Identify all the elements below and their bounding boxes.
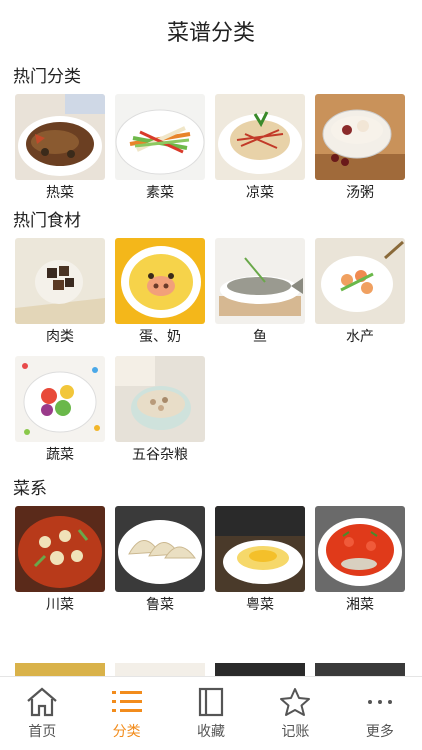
section-title-hot-categories: 热门分类	[13, 67, 81, 87]
fish-image	[215, 238, 305, 324]
ingredient-label: 肉类	[46, 329, 74, 345]
tab-label: 收藏	[197, 724, 226, 740]
ingredient-item-egg-milk[interactable]: 蛋、奶	[115, 238, 205, 350]
ingredient-label: 鱼	[253, 329, 267, 345]
ingredient-item-grains[interactable]: 五谷杂粮	[115, 356, 205, 468]
ingredient-item-vegetables[interactable]: 蔬菜	[15, 356, 105, 468]
cold-dishes-image	[215, 94, 305, 180]
hunan-image	[315, 506, 405, 592]
ingredient-label: 蛋、奶	[139, 329, 181, 345]
cuisine-label: 湘菜	[346, 597, 374, 613]
more-icon	[362, 686, 398, 718]
tab-label: 更多	[365, 724, 394, 740]
star-icon	[277, 686, 313, 718]
tab-home[interactable]: 首页	[0, 677, 84, 750]
ingredient-item-fish[interactable]: 鱼	[215, 238, 305, 350]
vegetables-image	[15, 356, 105, 442]
tab-label: 首页	[28, 724, 57, 740]
category-label: 热菜	[46, 185, 74, 201]
cuisine-thumb-partial[interactable]	[315, 640, 405, 680]
cuisine-label: 鲁菜	[146, 597, 174, 613]
cuisines-grid: 川菜 鲁菜 粤菜 湘菜	[0, 506, 422, 618]
list-icon	[109, 686, 145, 718]
cuisine-label: 粤菜	[246, 597, 274, 613]
bookmark-icon	[193, 686, 229, 718]
cuisine-thumb-partial[interactable]	[215, 640, 305, 680]
category-item-soup-porridge[interactable]: 汤粥	[315, 94, 405, 206]
page-title: 菜谱分类	[166, 21, 255, 46]
hot-ingredients-grid: 肉类 蛋、奶 鱼 水产 蔬菜 五谷杂粮	[0, 238, 422, 468]
hot-dishes-image	[15, 94, 105, 180]
cuisine-item-shandong[interactable]: 鲁菜	[115, 506, 205, 618]
category-item-hot-dishes[interactable]: 热菜	[15, 94, 105, 206]
tab-favorites[interactable]: 收藏	[169, 677, 253, 750]
cuisine-thumb-partial[interactable]	[15, 640, 105, 680]
cuisine-item-sichuan[interactable]: 川菜	[15, 506, 105, 618]
ingredient-item-seafood[interactable]: 水产	[315, 238, 405, 350]
ingredient-label: 水产	[346, 329, 374, 345]
cuisines-partial-row	[15, 640, 405, 680]
tab-label: 分类	[112, 724, 141, 740]
ingredient-item-meat[interactable]: 肉类	[15, 238, 105, 350]
tab-label: 记账	[281, 724, 310, 740]
meat-image	[15, 238, 105, 324]
cuisine-thumb-partial[interactable]	[115, 640, 205, 680]
category-item-cold-dishes[interactable]: 凉菜	[215, 94, 305, 206]
cuisine-item-cantonese[interactable]: 粤菜	[215, 506, 305, 618]
tab-category[interactable]: 分类	[84, 677, 168, 750]
grains-image	[115, 356, 205, 442]
page-header: 菜谱分类	[0, 0, 422, 62]
sichuan-image	[15, 506, 105, 592]
cuisine-item-hunan[interactable]: 湘菜	[315, 506, 405, 618]
category-item-vegetarian[interactable]: 素菜	[115, 94, 205, 206]
ingredient-label: 蔬菜	[46, 447, 74, 463]
vegetarian-image	[115, 94, 205, 180]
home-icon	[24, 686, 60, 718]
category-label: 汤粥	[346, 185, 374, 201]
bottom-tab-bar: 首页 分类 收藏 记账 更多	[0, 676, 422, 750]
category-label: 凉菜	[246, 185, 274, 201]
soup-porridge-image	[315, 94, 405, 180]
cantonese-image	[215, 506, 305, 592]
cuisine-label: 川菜	[46, 597, 74, 613]
tab-accounting[interactable]: 记账	[253, 677, 337, 750]
category-label: 素菜	[146, 185, 174, 201]
tab-more[interactable]: 更多	[338, 677, 422, 750]
section-title-cuisines: 菜系	[13, 479, 47, 499]
shandong-image	[115, 506, 205, 592]
hot-categories-grid: 热菜 素菜 凉菜 汤粥	[0, 94, 422, 206]
egg-milk-image	[115, 238, 205, 324]
seafood-image	[315, 238, 405, 324]
section-title-hot-ingredients: 热门食材	[13, 211, 81, 231]
ingredient-label: 五谷杂粮	[132, 447, 188, 463]
